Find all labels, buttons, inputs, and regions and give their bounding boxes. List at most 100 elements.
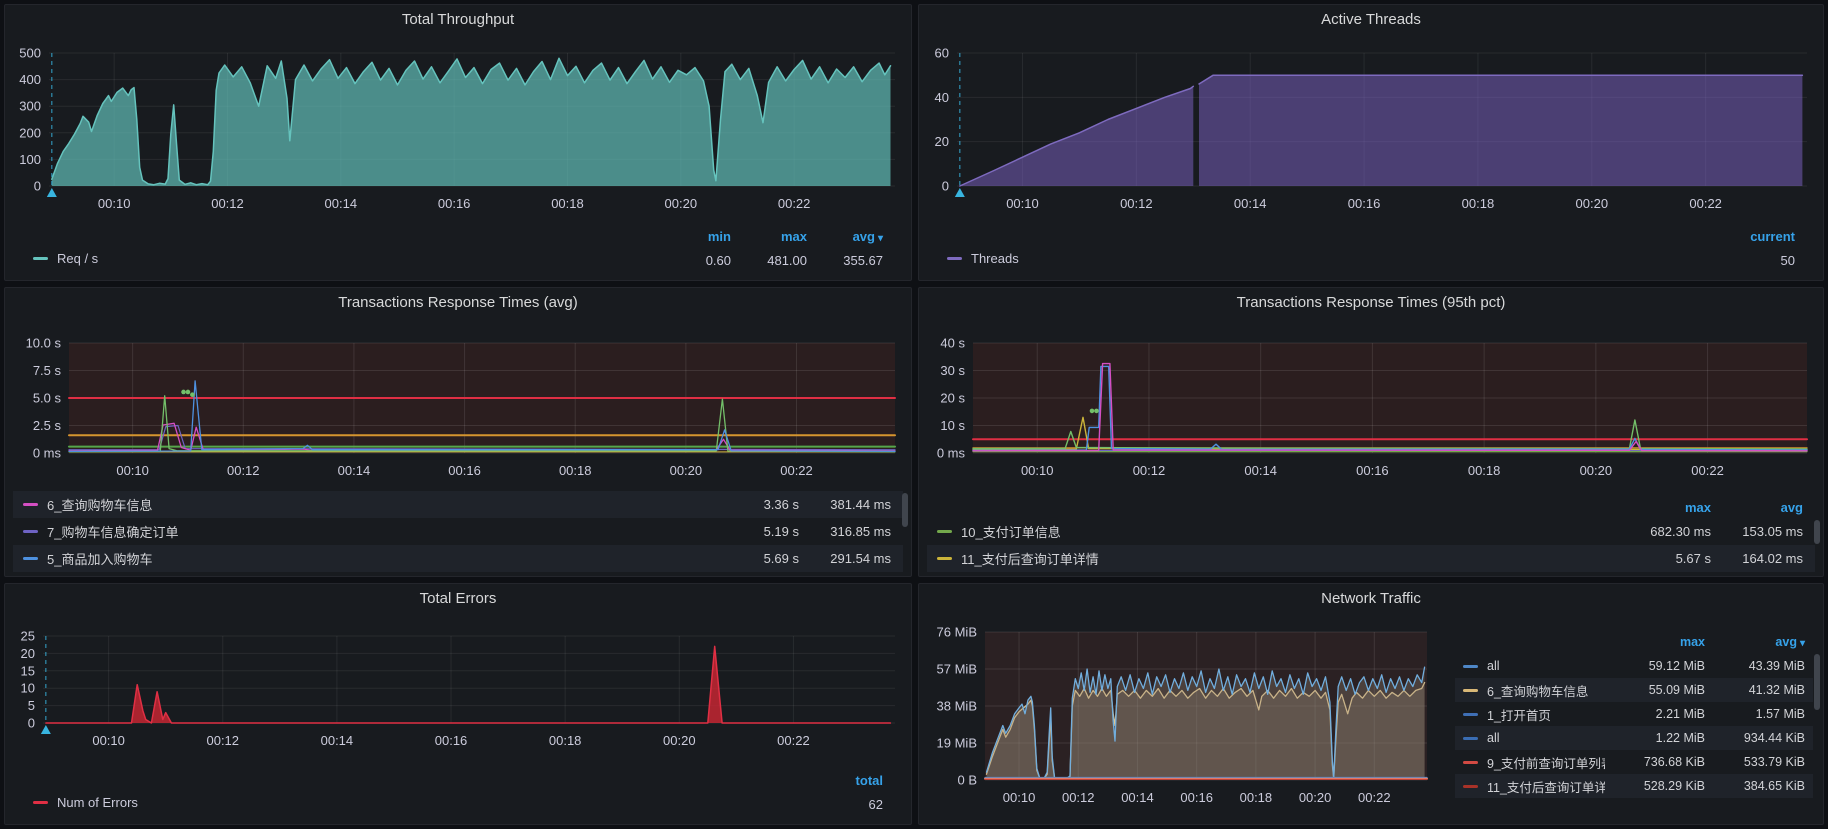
svg-text:5: 5	[28, 698, 35, 713]
stats-value-row: 62	[807, 792, 883, 816]
legend-value: 5.67 s	[1619, 551, 1711, 566]
svg-text:38 MiB: 38 MiB	[937, 699, 977, 714]
svg-text:00:16: 00:16	[438, 196, 471, 211]
series-color-dash	[23, 557, 38, 560]
panel-title-active-threads[interactable]: Active Threads	[919, 7, 1823, 33]
rt-95-chart[interactable]: 0 ms10 s20 s30 s40 s00:1000:1200:1400:16…	[927, 318, 1815, 488]
legend-row[interactable]: 1_打开首页 2.21 MiB1.57 MiB	[1455, 702, 1813, 726]
panel-network-traffic: Network Traffic 0 B19 MiB38 MiB57 MiB76 …	[918, 583, 1824, 825]
legend-value: 381.44 ms	[799, 497, 891, 512]
stat-value-max: 481.00	[751, 253, 807, 268]
svg-text:00:12: 00:12	[1062, 790, 1095, 805]
legend-value: 1.22 MiB	[1605, 731, 1705, 745]
panel-title-rt-avg[interactable]: Transactions Response Times (avg)	[5, 290, 911, 316]
legend-sort-avg[interactable]: avg▾	[1705, 635, 1805, 649]
svg-text:00:20: 00:20	[1299, 790, 1332, 805]
legend-scrollbar[interactable]	[1814, 654, 1820, 710]
legend-scrollbar[interactable]	[1814, 520, 1820, 544]
svg-text:00:16: 00:16	[448, 463, 481, 478]
legend-row[interactable]: all59.12 MiB43.39 MiB	[1455, 654, 1813, 678]
legend-series-label: 6_查询购物车信息	[1487, 681, 1588, 700]
svg-text:400: 400	[19, 72, 41, 87]
legend-series-label: 6_查询购物车信息	[47, 495, 152, 514]
legend-series-label: Req / s	[57, 251, 98, 266]
legend-row[interactable]: 10_支付订单信息682.30 ms153.05 ms	[927, 518, 1815, 545]
panel-title-network-traffic[interactable]: Network Traffic	[919, 586, 1823, 612]
svg-text:5.0 s: 5.0 s	[33, 391, 62, 406]
legend-series-num-of-errors[interactable]: Num of Errors	[33, 795, 138, 810]
stat-header-max[interactable]: max	[751, 229, 807, 244]
series-color-dash	[1463, 785, 1478, 788]
legend-row[interactable]: 6_查询购物车信息3.36 s381.44 ms	[13, 491, 903, 518]
svg-text:00:12: 00:12	[1133, 463, 1166, 478]
legend-value: 5.19 s	[707, 524, 799, 539]
legend-series-label: 7_购物车信息确定订单	[47, 522, 178, 541]
legend-series-label: Num of Errors	[57, 795, 138, 810]
legend-sort-max[interactable]: max	[1619, 500, 1711, 515]
panel-title-total-errors[interactable]: Total Errors	[5, 586, 911, 612]
svg-text:00:20: 00:20	[663, 733, 696, 748]
svg-text:00:18: 00:18	[551, 196, 584, 211]
svg-text:00:14: 00:14	[1234, 196, 1267, 211]
svg-text:0: 0	[28, 716, 35, 731]
legend-row[interactable]: 5_商品加入购物车5.69 s291.54 ms	[13, 545, 903, 572]
legend-value: 1.57 MiB	[1705, 707, 1805, 721]
panel-title-rt-95[interactable]: Transactions Response Times (95th pct)	[919, 290, 1823, 316]
svg-text:00:18: 00:18	[1468, 463, 1501, 478]
legend-row[interactable]: 11_支付后查询订单详情528.29 KiB384.65 KiB	[1455, 774, 1813, 798]
legend-row[interactable]: all1.22 MiB934.44 KiB	[1455, 726, 1813, 750]
svg-text:20: 20	[21, 646, 35, 661]
legend-series-threads[interactable]: Threads	[947, 251, 1019, 266]
svg-text:00:14: 00:14	[325, 196, 358, 211]
svg-text:200: 200	[19, 125, 41, 140]
legend-row[interactable]: 7_购物车信息确定订单 5.19 s316.85 ms	[13, 518, 903, 545]
svg-text:00:16: 00:16	[435, 733, 468, 748]
stat-header-avg[interactable]: avg▾	[827, 229, 883, 244]
series-color-dash	[1463, 665, 1478, 668]
legend-scrollbar[interactable]	[902, 493, 908, 527]
legend-row[interactable]: 6_查询购物车信息55.09 MiB41.32 MiB	[1455, 678, 1813, 702]
legend-value: 2.21 MiB	[1605, 707, 1705, 721]
rt-avg-chart[interactable]: 0 ms2.5 s5.0 s7.5 s10.0 s00:1000:1200:14…	[13, 318, 903, 488]
stats-value-row: 0.60 481.00 355.67	[655, 248, 883, 272]
legend-row[interactable]: 11_支付后查询订单详情5.67 s164.02 ms	[927, 545, 1815, 572]
legend-series-label: 1_打开首页	[1487, 705, 1551, 724]
legend-sort-avg[interactable]: avg	[1711, 500, 1803, 515]
rt-95-legend: maxavg 10_支付订单信息682.30 ms153.05 ms 11_支付后查…	[927, 496, 1815, 572]
legend-sort-max[interactable]: max	[1605, 635, 1705, 649]
series-color-dash	[23, 503, 38, 506]
legend-series-label: 11_支付后查询订单详情	[961, 549, 1099, 568]
threads-stats: current 50	[1719, 224, 1795, 272]
stat-header-total[interactable]: total	[827, 773, 883, 788]
legend-series-label: 10_支付订单信息	[961, 522, 1061, 541]
legend-series-req-s[interactable]: Req / s	[33, 251, 98, 266]
svg-text:00:14: 00:14	[321, 733, 354, 748]
stats-header-row: total	[807, 768, 883, 792]
threads-chart[interactable]: 020406000:1000:1200:1400:1600:1800:2000:…	[927, 35, 1815, 221]
throughput-chart[interactable]: 010020030040050000:1000:1200:1400:1600:1…	[13, 35, 903, 221]
stat-value-avg: 355.67	[827, 253, 883, 268]
stat-header-current[interactable]: current	[1739, 229, 1795, 244]
svg-text:20: 20	[935, 134, 949, 149]
legend-value: 59.12 MiB	[1605, 659, 1705, 673]
caret-down-icon: ▾	[878, 233, 883, 244]
stat-header-min[interactable]: min	[675, 229, 731, 244]
series-color-dash	[23, 530, 38, 533]
legend-row[interactable]: 9_支付前查询订单列表736.68 KiB533.79 KiB	[1455, 750, 1813, 774]
panel-title-total-throughput[interactable]: Total Throughput	[5, 7, 911, 33]
svg-text:7.5 s: 7.5 s	[33, 363, 62, 378]
legend-value: 153.05 ms	[1711, 524, 1803, 539]
svg-text:10: 10	[21, 681, 35, 696]
series-color-dash	[33, 801, 48, 804]
errors-chart[interactable]: 051015202500:1000:1200:1400:1600:1800:20…	[13, 612, 903, 779]
network-chart[interactable]: 0 B19 MiB38 MiB57 MiB76 MiB00:1000:1200:…	[927, 612, 1451, 816]
svg-text:00:22: 00:22	[1691, 463, 1724, 478]
svg-text:00:10: 00:10	[92, 733, 125, 748]
stat-value-current: 50	[1739, 253, 1795, 268]
svg-text:00:22: 00:22	[778, 196, 811, 211]
svg-text:10.0 s: 10.0 s	[26, 336, 62, 351]
legend-value: 934.44 KiB	[1705, 731, 1805, 745]
svg-text:00:10: 00:10	[1003, 790, 1036, 805]
legend-value: 316.85 ms	[799, 524, 891, 539]
legend-series-label: Threads	[971, 251, 1019, 266]
